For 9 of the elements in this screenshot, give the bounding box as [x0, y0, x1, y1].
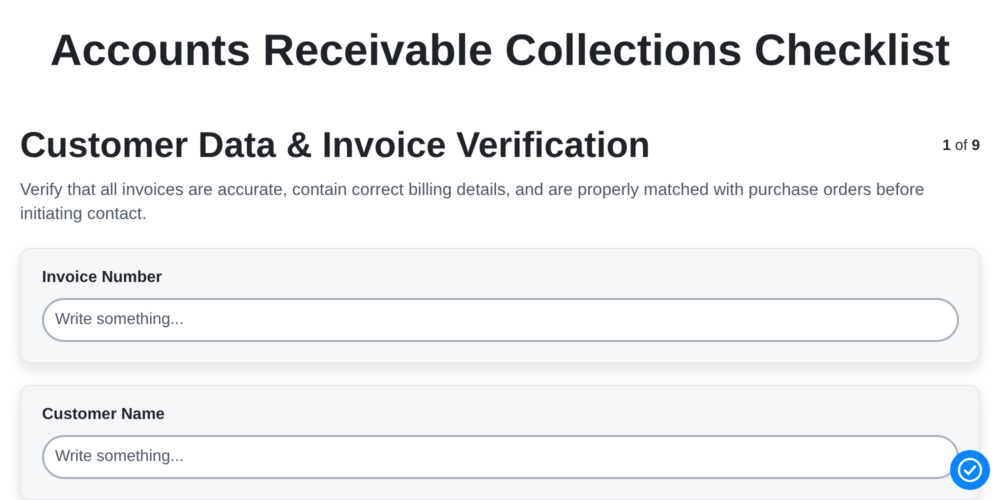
input-field[interactable]: Write something...	[42, 298, 959, 342]
section-heading: Customer Data & Invoice Verification	[20, 124, 650, 166]
step-counter: 1 of 9	[942, 136, 980, 154]
page-title: Accounts Receivable Collections Checklist	[49, 25, 951, 76]
section-description: Verify that all invoices are accurate, contain correct billing details, and are properly matched with purchase orders before initiating contact.	[20, 179, 926, 225]
check-circle-icon	[957, 457, 983, 483]
input-field[interactable]: Write something...	[42, 435, 959, 479]
field-label: Invoice Number	[42, 269, 164, 287]
field-label: Customer Name	[42, 406, 166, 424]
